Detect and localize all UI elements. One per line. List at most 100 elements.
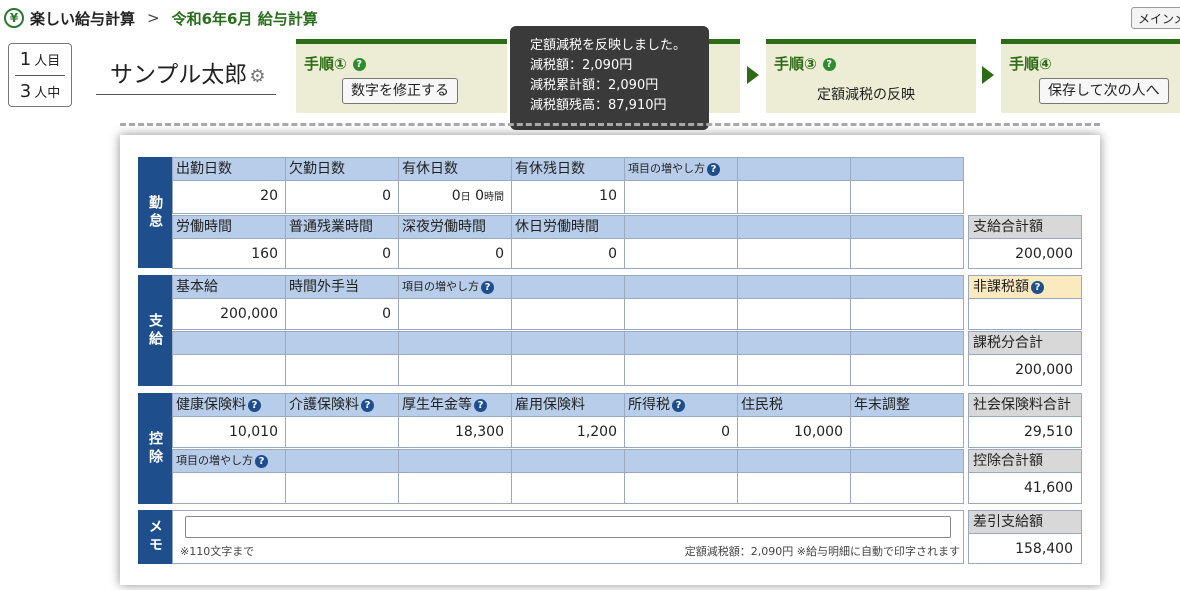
header-empty bbox=[850, 331, 964, 355]
empty-input[interactable] bbox=[172, 354, 286, 386]
holiday-hours-input[interactable]: 0 bbox=[511, 238, 625, 269]
memo-tax-note: 定額減税額：2,090円 ※給与明細に自動で印字されます bbox=[684, 545, 960, 558]
tooltip-line: 定額減税を反映しました。 bbox=[530, 38, 687, 53]
nontax-input[interactable] bbox=[968, 298, 1082, 330]
header-empty bbox=[511, 449, 625, 473]
add-item-label[interactable]: 項目の増やし方 bbox=[176, 454, 253, 467]
employee-name: サンプル太郎 ⚙ bbox=[96, 55, 276, 95]
paid-leave-hour-unit: 時間 bbox=[484, 192, 504, 203]
save-next-button[interactable]: 保存して次の人へ bbox=[1039, 78, 1169, 104]
help-icon[interactable]: ? bbox=[672, 398, 685, 412]
add-item-link[interactable]: 項目の増やし方? bbox=[172, 449, 286, 473]
empty-input[interactable] bbox=[850, 354, 964, 386]
add-item-link[interactable]: 項目の増やし方? bbox=[624, 157, 738, 181]
counter-current: 1 bbox=[19, 49, 32, 70]
nontax-label: 非課税額? bbox=[968, 275, 1082, 299]
step-4-title: 手順④ bbox=[1009, 55, 1052, 73]
help-icon[interactable]: ? bbox=[822, 58, 836, 71]
empty-input[interactable] bbox=[398, 472, 512, 504]
header-empty bbox=[511, 331, 625, 355]
employment-insurance-input[interactable]: 1,200 bbox=[511, 416, 625, 448]
help-icon[interactable]: ? bbox=[248, 398, 261, 412]
empty-input[interactable] bbox=[172, 472, 286, 504]
header-empty bbox=[172, 331, 286, 355]
empty-input[interactable] bbox=[285, 472, 399, 504]
header-paid-leave: 有休日数 bbox=[398, 157, 512, 181]
empty-input[interactable] bbox=[737, 298, 851, 330]
health-insurance-input[interactable]: 10,010 bbox=[172, 416, 286, 448]
empty-input[interactable] bbox=[285, 354, 399, 386]
tax-reduction-tooltip: 定額減税を反映しました。 減税額：2,090円 減税累計額：2,090円 減税額… bbox=[510, 26, 709, 130]
header-empty bbox=[511, 275, 625, 299]
header-overtime-hours: 普通残業時間 bbox=[285, 215, 399, 239]
empty-input[interactable] bbox=[850, 298, 964, 330]
empty-input[interactable] bbox=[737, 238, 851, 269]
empty-input[interactable] bbox=[737, 472, 851, 504]
empty-input[interactable] bbox=[737, 354, 851, 386]
deduction-total-label: 控除合計額 bbox=[968, 449, 1082, 473]
gross-total-value: 200,000 bbox=[968, 238, 1082, 269]
help-icon[interactable]: ? bbox=[481, 280, 494, 294]
add-item-link[interactable]: 項目の増やし方? bbox=[398, 275, 512, 299]
header-attend-days: 出勤日数 bbox=[172, 157, 286, 181]
pension-input[interactable]: 18,300 bbox=[398, 416, 512, 448]
help-icon[interactable]: ? bbox=[474, 398, 487, 412]
empty-input[interactable] bbox=[624, 180, 738, 214]
help-icon[interactable]: ? bbox=[352, 58, 366, 71]
empty-input[interactable] bbox=[624, 238, 738, 269]
paid-leave-remaining-input[interactable]: 10 bbox=[511, 180, 625, 214]
header-resident-tax: 住民税 bbox=[737, 393, 851, 417]
social-insurance-total-label: 社会保険料合計 bbox=[968, 393, 1082, 417]
year-end-adjust-input[interactable] bbox=[850, 416, 964, 448]
breadcrumb-separator: > bbox=[147, 9, 160, 27]
resident-tax-input[interactable]: 10,000 bbox=[737, 416, 851, 448]
empty-input[interactable] bbox=[624, 472, 738, 504]
empty-input[interactable] bbox=[850, 238, 964, 269]
help-icon[interactable]: ? bbox=[707, 162, 720, 176]
gear-icon[interactable]: ⚙ bbox=[249, 66, 265, 87]
net-pay-value: 158,400 bbox=[968, 533, 1082, 564]
memo-input[interactable] bbox=[185, 516, 951, 538]
help-icon[interactable]: ? bbox=[1031, 280, 1044, 294]
header-care-insurance: 介護保険料? bbox=[285, 393, 399, 417]
empty-input[interactable] bbox=[511, 354, 625, 386]
help-icon[interactable]: ? bbox=[361, 398, 374, 412]
overtime-pay-input[interactable]: 0 bbox=[285, 298, 399, 330]
yen-logo-icon: ¥ bbox=[4, 8, 24, 28]
empty-input[interactable] bbox=[398, 298, 512, 330]
section-shikyu: 支給 bbox=[138, 275, 172, 386]
header-overtime-pay: 時間外手当 bbox=[285, 275, 399, 299]
header-label: 所得税 bbox=[628, 397, 670, 413]
counter-total-unit: 人中 bbox=[34, 86, 61, 101]
overtime-hours-input[interactable]: 0 bbox=[285, 238, 399, 269]
empty-input[interactable] bbox=[737, 180, 851, 214]
work-hours-input[interactable]: 160 bbox=[172, 238, 286, 269]
base-salary-input[interactable]: 200,000 bbox=[172, 298, 286, 330]
empty-input[interactable] bbox=[624, 298, 738, 330]
income-tax-input[interactable]: 0 bbox=[624, 416, 738, 448]
header-employment-insurance: 雇用保険料 bbox=[511, 393, 625, 417]
empty-input[interactable] bbox=[850, 472, 964, 504]
paid-leave-input[interactable]: 0日 0時間 bbox=[398, 180, 512, 214]
empty-input[interactable] bbox=[511, 298, 625, 330]
step-1-title: 手順① bbox=[304, 55, 347, 73]
night-hours-input[interactable]: 0 bbox=[398, 238, 512, 269]
empty-input[interactable] bbox=[398, 354, 512, 386]
fix-numbers-button[interactable]: 数字を修正する bbox=[342, 78, 458, 104]
net-pay-label: 差引支給額 bbox=[968, 510, 1082, 534]
absent-days-input[interactable]: 0 bbox=[285, 180, 399, 214]
breadcrumb-app-link[interactable]: 楽しい給与計算 bbox=[30, 8, 135, 29]
empty-input[interactable] bbox=[624, 354, 738, 386]
header-health-insurance: 健康保険料? bbox=[172, 393, 286, 417]
empty-input[interactable] bbox=[850, 180, 964, 214]
add-item-label[interactable]: 項目の増やし方 bbox=[628, 162, 705, 175]
attend-days-input[interactable]: 20 bbox=[172, 180, 286, 214]
header-empty bbox=[737, 157, 851, 181]
header-income-tax: 所得税? bbox=[624, 393, 738, 417]
header-base-salary: 基本給 bbox=[172, 275, 286, 299]
main-menu-button[interactable]: メインメニュー bbox=[1131, 7, 1180, 29]
add-item-label[interactable]: 項目の増やし方 bbox=[402, 280, 479, 293]
care-insurance-input[interactable] bbox=[285, 416, 399, 448]
help-icon[interactable]: ? bbox=[255, 454, 268, 468]
empty-input[interactable] bbox=[511, 472, 625, 504]
